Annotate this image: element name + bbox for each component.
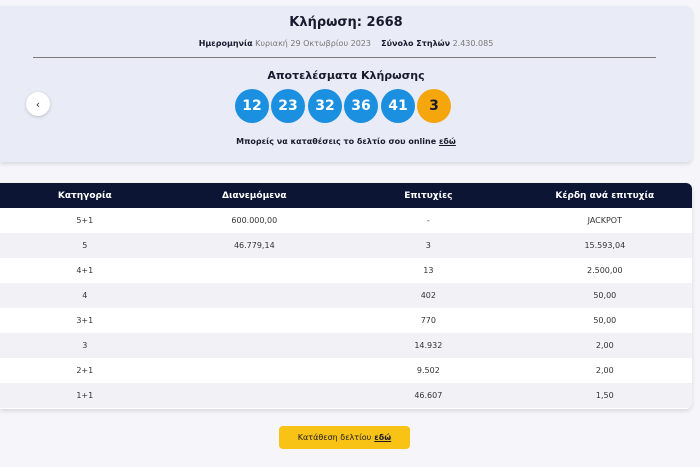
submit-ticket-link[interactable]: εδώ [374, 433, 391, 442]
cell-prize: 2,00 [595, 341, 614, 350]
cell-prize: 2,00 [595, 366, 614, 375]
previous-draw-button[interactable]: ‹ [26, 92, 50, 116]
cell-distributed [170, 383, 340, 408]
number-ball: 41 [381, 89, 415, 123]
date-value: Κυριακή 29 Οκτωβρίου 2023 [255, 39, 371, 48]
submit-ticket-button[interactable]: Κατάθεση δελτίου εδώ [279, 426, 410, 449]
table-row: 1+1 46.607 1,50 [0, 383, 692, 408]
cell-winners: 9.502 [416, 366, 440, 375]
number-ball: 12 [235, 89, 269, 123]
cell-prize: 2.500,00 [586, 266, 623, 275]
cell-category: 1+1 [76, 391, 94, 400]
number-ball: 36 [344, 89, 378, 123]
cell-distributed [170, 358, 340, 383]
header-category: Κατηγορία [57, 190, 112, 201]
winnings-table: Κατηγορία Διανεμόμενα Επιτυχίες Κέρδη αν… [0, 183, 692, 409]
bet-online-line: Μπορείς να καταθέσεις το δελτίο σου onli… [0, 137, 692, 146]
draw-meta: Ημερομηνία Κυριακή 29 Οκτωβρίου 2023 Σύν… [0, 39, 692, 48]
cell-winners: 402 [420, 291, 436, 300]
cell-category: 5 [82, 241, 88, 250]
date-label: Ημερομηνία [198, 39, 253, 48]
cell-category: 2+1 [76, 366, 94, 375]
chevron-left-icon: ‹ [35, 97, 41, 111]
cell-winners: - [426, 216, 430, 225]
table-row: 2+1 9.502 2,00 [0, 358, 692, 383]
winning-numbers: 12 23 32 36 41 3 [235, 89, 455, 125]
header-distributed: Διανεμόμενα [222, 190, 287, 201]
columns-value: 2.430.085 [452, 39, 494, 48]
cell-category: 5+1 [76, 216, 94, 225]
draw-card: Κλήρωση: 2668 Ημερομηνία Κυριακή 29 Οκτω… [0, 6, 692, 162]
cell-winners: 14.932 [414, 341, 443, 350]
cell-distributed [170, 283, 340, 308]
number-ball: 23 [271, 89, 305, 123]
cell-distributed: 600.000,00 [231, 216, 278, 225]
cell-prize: JACKPOT [587, 216, 622, 225]
cell-winners: 46.607 [414, 391, 443, 400]
cell-category: 3 [82, 341, 88, 350]
bet-online-text: Μπορείς να καταθέσεις το δελτίο σου onli… [236, 137, 437, 146]
cell-category: 3+1 [76, 316, 94, 325]
table-row: 4 402 50,00 [0, 283, 692, 308]
table-header-row: Κατηγορία Διανεμόμενα Επιτυχίες Κέρδη αν… [0, 183, 692, 208]
header-winners: Επιτυχίες [404, 190, 453, 201]
results-title: Αποτελέσματα Κλήρωσης [267, 69, 425, 82]
table-row: 3+1 770 50,00 [0, 308, 692, 333]
header-prize-per-winner: Κέρδη ανά επιτυχία [555, 190, 655, 201]
cell-distributed [170, 333, 340, 358]
cell-prize: 1,50 [595, 391, 614, 400]
columns-label: Σύνολο Στηλών [381, 39, 451, 48]
cell-winners: 770 [420, 316, 436, 325]
submit-ticket-label: Κατάθεση δελτίου [297, 433, 372, 442]
cell-distributed [170, 308, 340, 333]
cell-prize: 15.593,04 [584, 241, 626, 250]
bonus-ball: 3 [417, 89, 451, 123]
table-row: 3 14.932 2,00 [0, 333, 692, 358]
cell-winners: 3 [425, 241, 431, 250]
cell-category: 4 [82, 291, 88, 300]
cell-prize: 50,00 [593, 316, 617, 325]
bet-online-link[interactable]: εδώ [439, 137, 456, 146]
table-row: 5+1 600.000,00 - JACKPOT [0, 208, 692, 233]
draw-title: Κλήρωση: 2668 [289, 15, 403, 30]
cell-prize: 50,00 [593, 291, 617, 300]
number-ball: 32 [308, 89, 342, 123]
cell-category: 4+1 [76, 266, 94, 275]
cell-distributed: 46.779,14 [233, 241, 275, 250]
divider [33, 57, 656, 58]
table-row: 5 46.779,14 3 15.593,04 [0, 233, 692, 258]
cta-wrapper: Κατάθεση δελτίου εδώ [279, 426, 410, 449]
cell-distributed [170, 258, 340, 283]
table-row: 4+1 13 2.500,00 [0, 258, 692, 283]
cell-winners: 13 [423, 266, 434, 275]
